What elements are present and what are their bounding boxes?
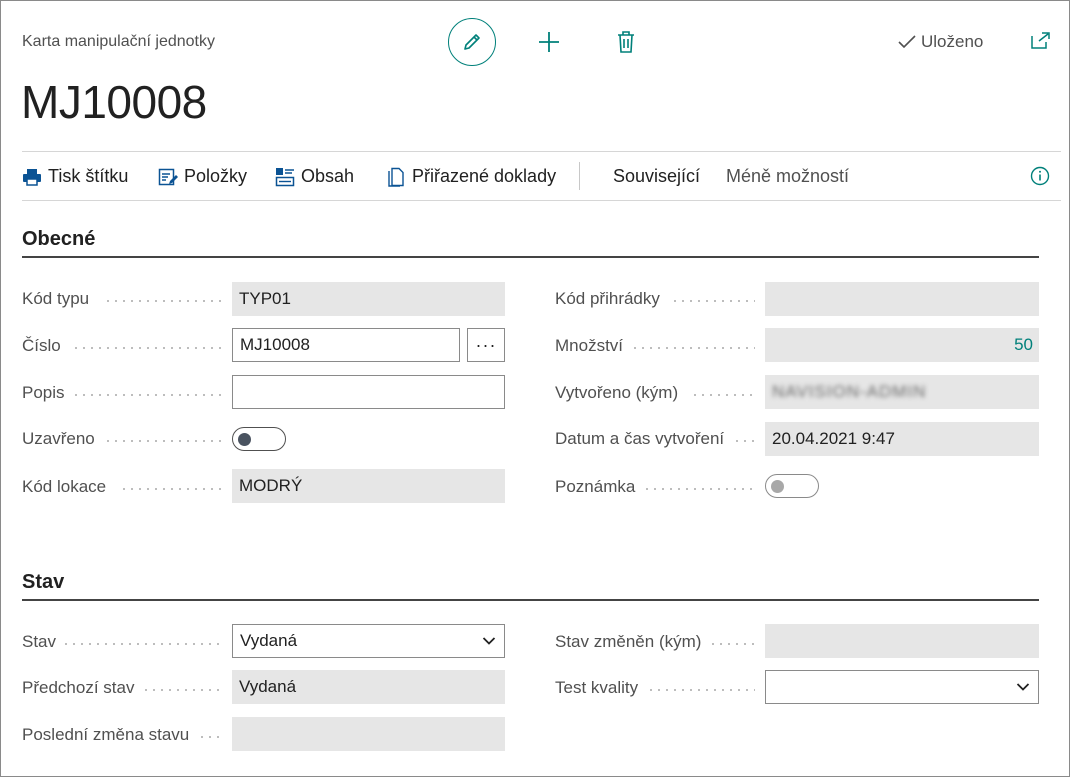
trash-icon xyxy=(618,31,634,53)
created-by-value: NAVISION-ADMIN xyxy=(772,382,927,401)
section-status-divider xyxy=(22,599,1039,601)
content-action[interactable]: Obsah xyxy=(275,166,354,187)
number-label: Číslo xyxy=(22,336,61,355)
document-icon xyxy=(386,167,406,187)
saved-label: Uloženo xyxy=(921,32,984,51)
section-general-title: Obecné xyxy=(22,228,96,250)
dot-leader xyxy=(72,347,222,349)
fewer-options-text: Méně možností xyxy=(726,166,850,186)
assigned-docs-text: Přiřazené doklady xyxy=(412,166,557,186)
bin-code-label: Kód přihrádky xyxy=(555,289,660,308)
note-toggle xyxy=(765,474,819,498)
note-label: Poznámka xyxy=(555,477,636,496)
action-bar: Tisk štítku Položky Obsah Přiřazené dokl… xyxy=(22,151,1061,201)
action-separator xyxy=(579,162,580,190)
description-label: Popis xyxy=(22,383,65,402)
location-code-label: Kód lokace xyxy=(22,477,107,496)
created-at-label: Datum a čas vytvoření xyxy=(555,429,725,448)
items-action[interactable]: Položky xyxy=(158,166,247,187)
section-general-divider xyxy=(22,256,1039,258)
plus-icon xyxy=(539,32,559,52)
dot-leader xyxy=(198,736,222,738)
chevron-down-icon xyxy=(482,637,496,645)
fewer-options-action[interactable]: Méně možností xyxy=(726,166,849,187)
page-caption: Karta manipulační jednotky xyxy=(22,33,215,50)
last-change-label: Poslední změna stavu xyxy=(22,725,190,744)
dot-leader xyxy=(72,394,222,396)
quality-test-select[interactable] xyxy=(765,670,1039,704)
toggle-knob xyxy=(771,480,784,493)
saved-status: Uloženo xyxy=(897,32,983,52)
created-by-label: Vytvořeno (kým) xyxy=(555,383,679,402)
closed-toggle[interactable] xyxy=(232,427,286,451)
dot-leader xyxy=(104,300,222,302)
check-icon xyxy=(898,35,916,49)
items-text: Položky xyxy=(184,166,248,186)
dot-leader xyxy=(671,300,755,302)
toggle-knob xyxy=(238,433,251,446)
dot-leader xyxy=(691,394,755,396)
printer-icon xyxy=(22,167,42,187)
edit-list-icon xyxy=(158,167,178,187)
dot-leader xyxy=(631,347,755,349)
quantity-field[interactable]: 50 xyxy=(765,328,1039,362)
print-label-text: Tisk štítku xyxy=(48,166,129,186)
state-label: Stav xyxy=(22,632,57,651)
state-value: Vydaná xyxy=(240,631,298,650)
dot-leader xyxy=(647,689,755,691)
dot-leader xyxy=(733,440,755,442)
quality-test-label: Test kvality xyxy=(555,678,639,697)
previous-state-field: Vydaná xyxy=(232,670,505,704)
type-code-field: TYP01 xyxy=(232,282,505,316)
last-change-field xyxy=(232,717,505,751)
created-at-field: 20.04.2021 9:47 xyxy=(765,422,1039,456)
edit-icon xyxy=(464,34,480,50)
description-input[interactable] xyxy=(232,375,505,409)
info-icon[interactable] xyxy=(1030,166,1050,186)
previous-state-label: Předchozí stav xyxy=(22,678,135,697)
page-frame: Karta manipulační jednotky MJ10008 Ulože… xyxy=(0,0,1070,777)
content-text: Obsah xyxy=(301,166,355,186)
created-by-field: NAVISION-ADMIN xyxy=(765,375,1039,409)
number-input[interactable]: MJ10008 xyxy=(232,328,460,362)
type-code-label: Kód typu xyxy=(22,289,90,308)
changed-by-label: Stav změněn (kým) xyxy=(555,632,702,651)
state-select[interactable]: Vydaná xyxy=(232,624,505,658)
quantity-label: Množství xyxy=(555,336,624,355)
chevron-down-icon xyxy=(1016,683,1030,691)
page-title: MJ10008 xyxy=(21,76,207,128)
bin-code-field xyxy=(765,282,1039,316)
changed-by-field xyxy=(765,624,1039,658)
new-button[interactable] xyxy=(535,28,563,56)
print-label-action[interactable]: Tisk štítku xyxy=(22,166,128,187)
related-action[interactable]: Související xyxy=(613,166,700,187)
related-text: Související xyxy=(613,166,701,186)
number-assist-button[interactable]: ··· xyxy=(467,328,505,362)
dot-leader xyxy=(709,643,755,645)
dot-leader xyxy=(142,689,222,691)
closed-label: Uzavřeno xyxy=(22,429,95,448)
dot-leader xyxy=(62,643,222,645)
dot-leader xyxy=(643,488,755,490)
content-icon xyxy=(275,167,295,187)
edit-button[interactable] xyxy=(448,18,496,66)
delete-button[interactable] xyxy=(612,28,640,56)
popout-icon[interactable] xyxy=(1029,31,1051,51)
assigned-docs-action[interactable]: Přiřazené doklady xyxy=(386,166,556,187)
dot-leader xyxy=(104,440,222,442)
section-status-title: Stav xyxy=(22,571,65,593)
dot-leader xyxy=(120,488,222,490)
location-code-field: MODRÝ xyxy=(232,469,505,503)
